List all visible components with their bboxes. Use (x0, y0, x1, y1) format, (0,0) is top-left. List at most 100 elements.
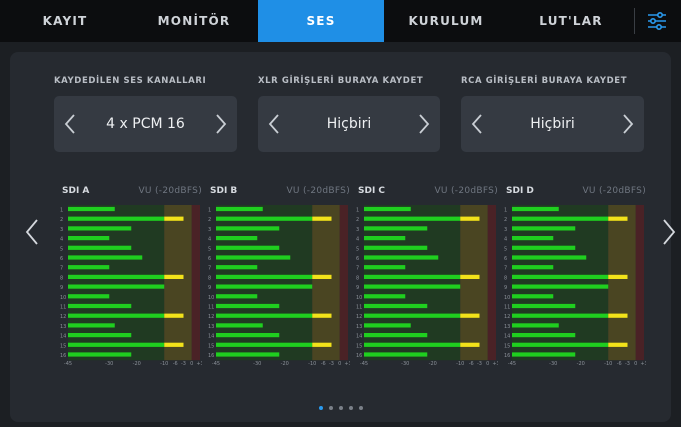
channel-number: 5 (60, 246, 63, 252)
channel-level-bar (68, 226, 132, 231)
scale-tick-label: -3 (329, 361, 334, 365)
rca-inputs-next-button[interactable] (612, 96, 644, 152)
scale-tick-label: -20 (577, 361, 585, 365)
channel-level-bar (364, 206, 411, 212)
channel-number: 9 (60, 285, 63, 291)
page-dot[interactable] (348, 406, 353, 410)
audio-channels-next-button[interactable] (205, 96, 237, 152)
meter-zone-red (191, 205, 200, 361)
channel-number: 14 (208, 334, 214, 340)
channel-number: 12 (60, 314, 66, 320)
channel-number: 1 (208, 208, 211, 214)
channel-level-bar (68, 323, 115, 328)
tab-setup[interactable]: KURULUM (384, 0, 508, 42)
scale-tick-label: +3 (492, 361, 498, 365)
channel-number: 10 (60, 295, 66, 301)
channel-number: 11 (208, 305, 214, 311)
channel-number: 14 (504, 334, 510, 340)
channel-level-bar (512, 236, 554, 241)
channel-level-bar (512, 216, 609, 221)
meter-group-name: SDI C (358, 186, 386, 196)
channel-number: 7 (208, 266, 211, 272)
page-dot[interactable] (318, 406, 323, 410)
channel-level-bar (364, 274, 461, 279)
tab-monitor[interactable]: MONİTÖR (130, 0, 258, 42)
channel-number: 8 (208, 275, 211, 281)
channel-level-bar (512, 265, 554, 270)
channel-number: 11 (356, 305, 362, 311)
channel-number: 15 (504, 343, 510, 349)
scale-tick-label: -6 (173, 361, 178, 365)
channel-level-bar (68, 255, 143, 260)
channel-level-bar (68, 265, 110, 270)
scale-tick-label: -6 (469, 361, 474, 365)
channel-number: 4 (60, 237, 63, 243)
channel-level-bar (512, 303, 576, 309)
channel-level-bar (364, 226, 428, 231)
chevron-left-icon (25, 219, 38, 245)
channel-level-bar (216, 255, 291, 260)
meter-zone-yellow (460, 205, 488, 361)
audio-channels-prev-button[interactable] (54, 96, 86, 152)
channel-level-bar (512, 333, 576, 338)
channel-level-bar (512, 313, 609, 318)
page-dot[interactable] (328, 406, 333, 410)
channel-level-bar (364, 284, 461, 289)
channel-number: 6 (504, 256, 507, 262)
tab-audio[interactable]: SES (258, 0, 384, 42)
channel-number: 2 (504, 217, 507, 223)
xlr-inputs-value: Hiçbiri (326, 116, 372, 132)
audio-channels-value: 4 x PCM 16 (106, 116, 185, 132)
channel-number: 11 (60, 305, 66, 311)
scale-tick-label: -3 (477, 361, 482, 365)
meter-zone-red (487, 205, 496, 361)
page-dot[interactable] (338, 406, 343, 410)
channel-level-bar (68, 274, 165, 279)
channel-number: 14 (60, 334, 66, 340)
page-dot[interactable] (358, 406, 363, 410)
channel-number: 16 (356, 353, 362, 359)
chevron-left-icon (268, 114, 279, 134)
channel-number: 13 (208, 324, 214, 330)
channel-number: 1 (504, 208, 507, 214)
channel-level-bar (216, 274, 313, 279)
channel-level-bar-high (164, 274, 184, 279)
channel-level-bar-high (608, 313, 628, 318)
channel-number: 12 (208, 314, 214, 320)
channel-number: 2 (208, 217, 211, 223)
channel-number: 1 (60, 208, 63, 214)
next-page-button[interactable] (658, 212, 680, 252)
vu-scale-label: VU (-20dBFS) (582, 186, 646, 196)
channel-number: 4 (356, 237, 359, 243)
channel-number: 16 (504, 353, 510, 359)
channel-number: 15 (356, 343, 362, 349)
channel-level-bar (216, 216, 313, 221)
page-indicator (0, 406, 681, 410)
chevron-right-icon (663, 219, 676, 245)
scale-tick-label: -30 (401, 361, 409, 365)
channel-level-bar (512, 206, 559, 212)
previous-page-button[interactable] (21, 212, 43, 252)
meter-zone-red (339, 205, 348, 361)
channel-level-bar (68, 294, 110, 299)
scale-tick-label: -6 (617, 361, 622, 365)
xlr-inputs-next-button[interactable] (408, 96, 440, 152)
channel-level-bar (364, 303, 428, 309)
channel-number: 11 (504, 305, 510, 311)
channel-level-bar (68, 352, 132, 357)
xlr-inputs-prev-button[interactable] (258, 96, 290, 152)
channel-number: 4 (208, 237, 211, 243)
scale-tick-label: 0 (486, 361, 489, 365)
channel-number: 8 (60, 275, 63, 281)
tab-luts[interactable]: LUT'LAR (508, 0, 634, 42)
settings-menu-button[interactable] (635, 0, 679, 42)
channel-number: 10 (356, 295, 362, 301)
rca-inputs-prev-button[interactable] (461, 96, 493, 152)
meter-group-header: SDI D VU (-20dBFS) (506, 186, 646, 198)
channel-level-bar (68, 303, 132, 309)
channel-number: 3 (356, 227, 359, 233)
meter-group-name: SDI B (210, 186, 238, 196)
tab-record[interactable]: KAYIT (0, 0, 130, 42)
channel-level-bar (364, 216, 461, 221)
meter-group-header: SDI B VU (-20dBFS) (210, 186, 350, 198)
